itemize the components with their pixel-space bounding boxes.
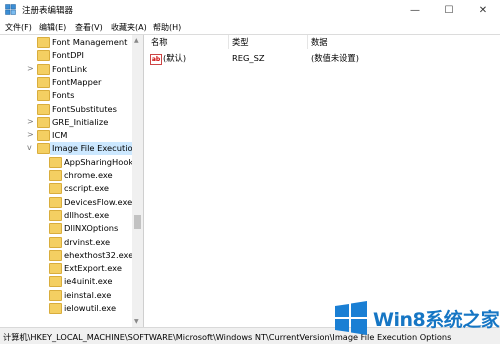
tree-item[interactable]: ehexthost32.exe	[0, 249, 133, 262]
column-header-type[interactable]: 类型	[232, 35, 249, 49]
scroll-up-icon[interactable]: ▲	[134, 37, 139, 44]
tree-item[interactable]: > ICM	[0, 129, 133, 142]
chevron-right-icon[interactable]: >	[27, 117, 35, 126]
tree-item-label: FontDPI	[52, 50, 84, 61]
column-header-data[interactable]: 数据	[311, 35, 328, 49]
title-bar: 注册表编辑器 — ☐ ✕	[0, 0, 500, 21]
minimize-button[interactable]: —	[398, 0, 432, 20]
menu-edit[interactable]: 编辑(E)	[39, 22, 66, 33]
watermark: Win8系统之家	[333, 296, 500, 338]
values-pane[interactable]: 名称 类型 数据 ab (默认) REG_SZ (数值未设置)	[145, 35, 500, 327]
folder-icon	[37, 63, 50, 75]
tree-item-label: ie4uinit.exe	[64, 276, 113, 287]
tree-item-label: DevicesFlow.exe	[64, 196, 133, 207]
folder-icon	[49, 249, 62, 261]
tree-item[interactable]: Fonts	[0, 89, 133, 102]
value-type: REG_SZ	[232, 53, 265, 63]
folder-icon	[49, 303, 62, 314]
tree-item[interactable]: Font Management	[0, 36, 133, 49]
registry-tree[interactable]: Font Management FontDPI > FontLink FontMappe…	[0, 35, 144, 327]
maximize-button[interactable]: ☐	[432, 0, 466, 20]
tree-item[interactable]: FontMapper	[0, 76, 133, 89]
tree-item[interactable]: > FontLink	[0, 63, 133, 76]
folder-icon	[37, 37, 50, 48]
tree-item[interactable]: FontSubstitutes	[0, 103, 133, 116]
value-name[interactable]: (默认)	[163, 52, 186, 65]
tree-item-label: FontLink	[52, 63, 88, 74]
tree-item[interactable]: DevicesFlow.exe	[0, 196, 133, 209]
tree-item[interactable]: ielowutil.exe	[0, 302, 133, 315]
column-divider[interactable]	[307, 35, 308, 49]
folder-icon	[49, 170, 62, 181]
tree-item[interactable]: ExtExport.exe	[0, 262, 133, 275]
scrollbar-thumb[interactable]	[134, 215, 141, 229]
tree-item-label: AppSharingHook	[64, 156, 134, 167]
folder-icon	[37, 130, 50, 142]
tree-item-label: ielowutil.exe	[64, 303, 117, 313]
folder-icon	[49, 276, 62, 288]
folder-icon	[49, 263, 62, 275]
value-data: (数值未设置)	[311, 53, 359, 63]
folder-icon	[37, 90, 50, 102]
tree-item-label: ieinstal.exe	[64, 289, 112, 300]
tree-item[interactable]: ie4uinit.exe	[0, 275, 133, 288]
tree-item-label: FontMapper	[52, 76, 102, 87]
tree-item-label: GRE_Initialize	[52, 116, 109, 127]
tree-item-label: dllhost.exe	[64, 209, 110, 220]
tree-item[interactable]: drvinst.exe	[0, 236, 133, 249]
chevron-right-icon[interactable]: >	[27, 64, 35, 73]
tree-item[interactable]: FontDPI	[0, 49, 133, 62]
menu-favorites[interactable]: 收藏夹(A)	[111, 22, 147, 33]
tree-item-label: Fonts	[52, 90, 75, 101]
tree-item-label: drvinst.exe	[64, 236, 111, 247]
windows-logo-icon	[335, 301, 367, 335]
tree-item-label: ExtExport.exe	[64, 263, 122, 274]
menu-bar: 文件(F) 编辑(E) 查看(V) 收藏夹(A) 帮助(H)	[0, 20, 500, 35]
menu-view[interactable]: 查看(V)	[75, 22, 103, 33]
scroll-down-icon[interactable]: ▼	[134, 318, 139, 325]
folder-icon	[49, 223, 62, 235]
watermark-text: Win8系统之家	[373, 309, 500, 331]
folder-icon	[37, 116, 50, 128]
close-button[interactable]: ✕	[466, 0, 500, 20]
folder-icon	[49, 289, 62, 301]
tree-item-label: chrome.exe	[64, 170, 113, 180]
folder-icon	[37, 143, 50, 155]
tree-item-label: Font Management	[52, 37, 128, 47]
folder-icon	[37, 50, 50, 62]
folder-icon	[49, 196, 62, 208]
menu-help[interactable]: 帮助(H)	[153, 22, 181, 33]
tree-item[interactable]: dllhost.exe	[0, 209, 133, 222]
chevron-down-icon[interactable]: v	[27, 144, 35, 152]
tree-item[interactable]: > GRE_Initialize	[0, 116, 133, 129]
registry-editor-icon	[5, 4, 16, 15]
folder-icon	[37, 103, 50, 115]
chevron-right-icon[interactable]: >	[27, 131, 35, 139]
tree-item[interactable]: DllNXOptions	[0, 222, 133, 235]
tree-scrollbar[interactable]: ▲ ▼	[132, 35, 143, 327]
folder-icon	[37, 76, 50, 88]
tree-item-label: Image File Execution	[50, 142, 140, 156]
tree-item[interactable]: cscript.exe	[0, 182, 133, 195]
tree-item[interactable]: chrome.exe	[0, 169, 133, 182]
folder-icon	[49, 156, 62, 168]
folder-icon	[49, 236, 62, 248]
tree-item-label: cscript.exe	[64, 183, 110, 194]
tree-item-label: DllNXOptions	[64, 223, 119, 234]
tree-item-label: FontSubstitutes	[52, 103, 117, 114]
string-value-icon: ab	[150, 54, 162, 65]
folder-icon	[49, 209, 62, 221]
menu-file[interactable]: 文件(F)	[5, 22, 32, 33]
tree-item[interactable]: ieinstal.exe	[0, 289, 133, 302]
tree-item[interactable]: AppSharingHook	[0, 156, 133, 169]
folder-icon	[49, 183, 62, 195]
tree-item-label: ICM	[52, 130, 68, 141]
column-divider[interactable]	[228, 35, 229, 49]
window-title: 注册表编辑器	[22, 6, 74, 16]
tree-item[interactable]: v Image File Execution	[0, 142, 140, 156]
column-header-name[interactable]: 名称	[151, 35, 168, 49]
tree-item-label: ehexthost32.exe	[64, 249, 134, 260]
